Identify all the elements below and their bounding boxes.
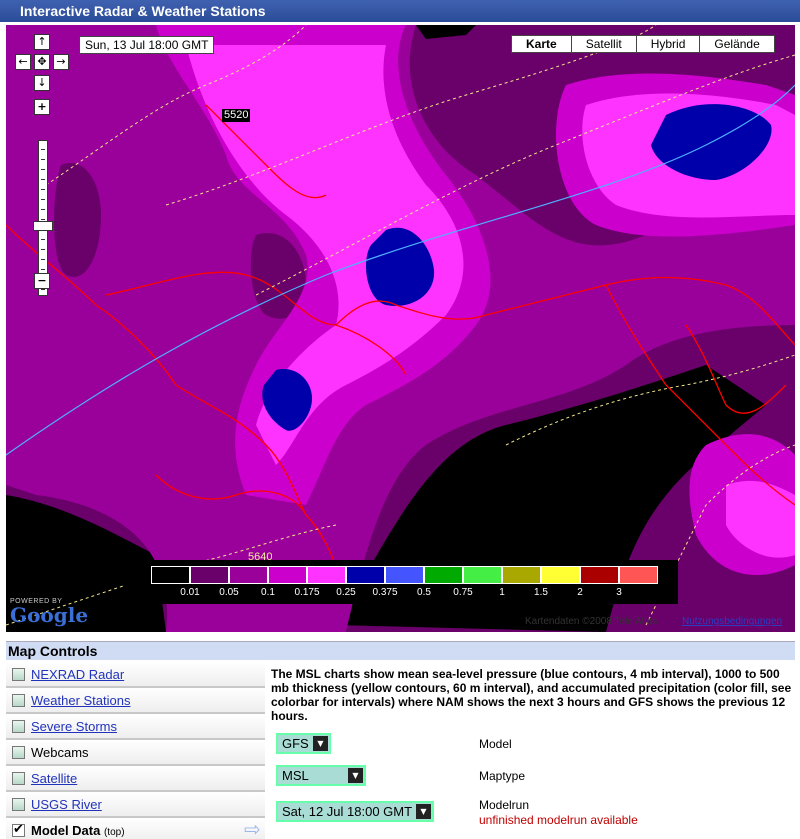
colorbar-label: 1.5 <box>534 587 548 598</box>
layer-label[interactable]: Satellite <box>31 771 77 786</box>
colorbar-label: 0.1 <box>261 587 275 598</box>
modelrun-label: Modelrun <box>479 798 530 812</box>
colorbar-swatch <box>151 566 190 584</box>
pan-down-icon[interactable]: ↓ <box>34 75 50 91</box>
contour-label: 5520 <box>222 109 251 122</box>
maptype-select[interactable]: MSL ▼ <box>276 765 366 786</box>
colorbar-swatch <box>346 566 385 584</box>
dropdown-arrow-icon: ▼ <box>348 768 363 783</box>
model-select[interactable]: GFS ▼ <box>276 733 331 754</box>
layer-item[interactable]: USGS River <box>6 792 265 818</box>
colorbar-swatch <box>385 566 424 584</box>
layer-label[interactable]: NEXRAD Radar <box>31 667 124 682</box>
layer-list: NEXRAD Radar Weather Stations Severe Storm… <box>6 662 265 839</box>
layer-item[interactable]: Webcams <box>6 740 265 766</box>
google-logo: POWERED BY Google <box>10 598 88 625</box>
maptype-select-value: MSL <box>282 768 309 783</box>
pan-right-icon[interactable]: → <box>53 54 69 70</box>
colorbar-label: 0.75 <box>453 587 473 598</box>
model-select-value: GFS <box>282 736 309 751</box>
colorbar-swatch <box>541 566 580 584</box>
colorbar-swatch <box>619 566 658 584</box>
maptype-satellit-button[interactable]: Satellit <box>570 35 637 53</box>
layer-checkbox[interactable] <box>12 667 25 681</box>
pan-up-icon[interactable]: ↑ <box>34 34 50 50</box>
pan-left-icon[interactable]: ← <box>15 54 31 70</box>
layer-label: Model Data (top) <box>31 823 125 838</box>
map-controls-header: Map Controls <box>6 641 795 660</box>
layer-item[interactable]: Weather Stations <box>6 688 265 714</box>
colorbar-label: 1 <box>499 587 505 598</box>
layer-item[interactable]: Severe Storms <box>6 714 265 740</box>
precipitation-colorbar: 0.01 0.05 0.1 0.175 0.25 0.375 0.5 0.75 1 1.5 2 3 <box>123 560 678 604</box>
layer-item[interactable]: Satellite <box>6 766 265 792</box>
colorbar-label: 3 <box>616 587 622 598</box>
layer-checkbox[interactable] <box>12 771 25 785</box>
maptype-gelaende-button[interactable]: Gelände <box>699 35 775 53</box>
modelrun-warning: unfinished modelrun available <box>479 813 638 827</box>
layer-checkbox[interactable] <box>12 822 25 837</box>
precipitation-layer <box>6 25 795 632</box>
terms-link[interactable]: Nutzungsbedingungen <box>682 616 782 627</box>
layer-item[interactable]: Model Data (top) <box>6 818 265 839</box>
colorbar-label: 0.175 <box>294 587 320 598</box>
layer-label: Webcams <box>31 744 89 760</box>
layer-label-text: Model Data <box>31 822 101 838</box>
colorbar-swatch <box>268 566 307 584</box>
pan-center-icon[interactable]: ✥ <box>34 54 50 70</box>
window-title: Interactive Radar & Weather Stations <box>0 0 800 22</box>
colorbar-swatch <box>580 566 619 584</box>
dropdown-arrow-icon: ▼ <box>313 736 328 751</box>
weather-map[interactable]: ↑ ← ✥ → ↓ + − Sun, 13 Jul 18:00 GMT Kart… <box>6 25 795 632</box>
next-arrow-icon[interactable]: ⇨ <box>244 820 261 839</box>
maptype-label: Maptype <box>479 769 526 783</box>
map-datetime: Sun, 13 Jul 18:00 GMT <box>79 36 215 54</box>
zoom-slider-thumb[interactable] <box>33 220 53 231</box>
colorbar-label: 0.5 <box>417 587 431 598</box>
layer-label-suffix: (top) <box>103 826 125 838</box>
layer-checkbox[interactable] <box>12 797 25 811</box>
model-label: Model <box>479 737 512 751</box>
colorbar-swatch <box>307 566 346 584</box>
colorbar-swatch <box>463 566 502 584</box>
colorbar-label: 0.01 <box>180 587 200 598</box>
colorbar-swatch <box>229 566 268 584</box>
colorbar-label: 2 <box>577 587 583 598</box>
layer-checkbox[interactable] <box>12 745 25 759</box>
zoom-out-icon[interactable]: − <box>34 273 50 289</box>
dropdown-arrow-icon: ▼ <box>416 804 431 819</box>
colorbar-swatch <box>502 566 541 584</box>
colorbar-swatch <box>424 566 463 584</box>
maptype-hybrid-button[interactable]: Hybrid <box>635 35 701 53</box>
layer-label[interactable]: Weather Stations <box>31 693 130 708</box>
modelrun-select-value: Sat, 12 Jul 18:00 GMT <box>282 804 413 819</box>
layer-label[interactable]: USGS River <box>31 797 102 812</box>
colorbar-label: 0.25 <box>336 587 356 598</box>
model-description: The MSL charts show mean sea-level press… <box>271 667 792 723</box>
modelrun-select[interactable]: Sat, 12 Jul 18:00 GMT ▼ <box>276 801 434 822</box>
maptype-karte-button[interactable]: Karte <box>511 35 572 53</box>
layer-item[interactable]: NEXRAD Radar <box>6 662 265 688</box>
layer-label[interactable]: Severe Storms <box>31 719 117 734</box>
layer-checkbox[interactable] <box>12 719 25 733</box>
colorbar-swatch <box>190 566 229 584</box>
google-wordmark: Google <box>10 603 89 627</box>
colorbar-label: 0.375 <box>372 587 398 598</box>
zoom-in-icon[interactable]: + <box>34 99 50 115</box>
colorbar-label: 0.05 <box>219 587 239 598</box>
map-type-switcher: Karte Satellit Hybrid Gelände <box>511 35 775 53</box>
layer-checkbox[interactable] <box>12 693 25 707</box>
map-copyright: Kartendaten ©2008 Tele Atlas <box>525 616 658 627</box>
